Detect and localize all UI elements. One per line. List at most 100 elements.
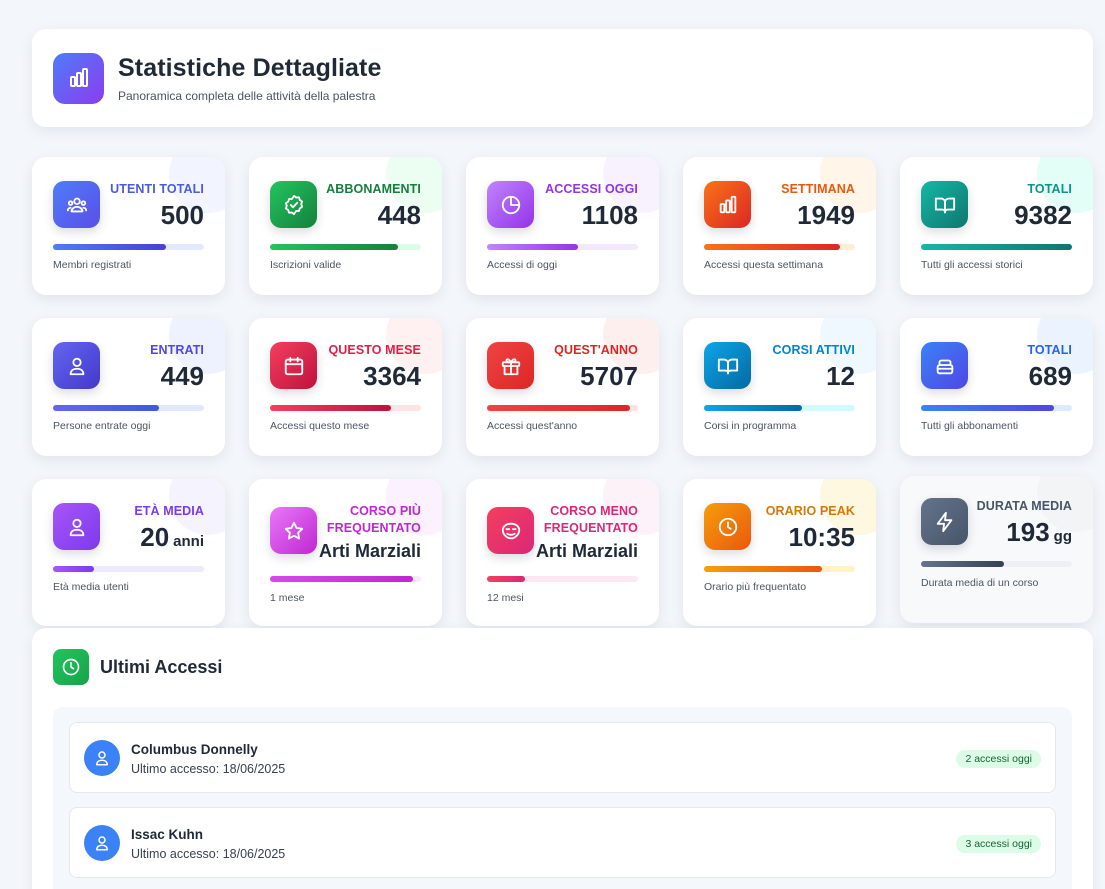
stat-value: 193 gg xyxy=(1006,517,1072,548)
progress-fill xyxy=(921,561,1005,567)
progress-bar xyxy=(704,566,855,572)
stat-description: Membri registrati xyxy=(53,259,132,271)
progress-bar xyxy=(270,405,421,411)
stat-card-totali-accessi[interactable]: Totali 9382 Tutti gli accessi storici xyxy=(900,157,1093,295)
access-row[interactable]: Issac Kuhn Ultimo accesso: 18/06/2025 3 … xyxy=(69,807,1056,878)
access-user-name: Columbus Donnelly xyxy=(131,742,258,757)
progress-fill xyxy=(270,405,391,411)
clock-icon xyxy=(704,503,751,550)
stat-number: 20 xyxy=(140,522,170,552)
progress-fill xyxy=(53,405,159,411)
stat-value: 5707 xyxy=(580,361,638,391)
stat-card-quest-anno[interactable]: Quest'anno 5707 Accessi quest'anno xyxy=(466,318,659,456)
access-count-badge: 2 accessi oggi xyxy=(956,750,1041,768)
progress-fill xyxy=(487,405,631,411)
stat-value: 448 xyxy=(377,200,421,230)
users-icon xyxy=(53,181,100,228)
last-access-header: Ultimi Accessi xyxy=(53,649,222,685)
progress-bar xyxy=(921,244,1072,250)
bar-chart-icon xyxy=(53,52,104,104)
stat-value: 10:35 xyxy=(788,522,856,552)
progress-fill xyxy=(704,405,803,411)
user-icon xyxy=(53,342,100,389)
progress-bar xyxy=(487,405,638,411)
progress-fill xyxy=(704,566,822,572)
page-header: Statistiche Dettagliate Panoramica compl… xyxy=(32,29,1093,127)
last-access-list: Columbus Donnelly Ultimo accesso: 18/06/… xyxy=(53,707,1072,889)
user-avatar-icon xyxy=(84,740,120,776)
stat-value: 1949 xyxy=(797,200,855,230)
stat-card-questo-mese[interactable]: Questo Mese 3364 Accessi questo mese xyxy=(249,318,442,456)
stat-card-corso-meno-frequentato[interactable]: Corso meno frequentato Arti Marziali 12 … xyxy=(466,479,659,626)
book-open-icon xyxy=(921,181,968,228)
progress-bar xyxy=(53,244,204,250)
stat-description: Accessi di oggi xyxy=(487,259,558,271)
progress-fill xyxy=(53,566,94,572)
progress-bar xyxy=(270,244,421,250)
stat-description: 12 mesi xyxy=(487,592,524,604)
progress-fill xyxy=(487,244,578,250)
zap-icon xyxy=(921,498,968,545)
stat-value: 20 anni xyxy=(140,522,204,553)
bar-chart-icon xyxy=(704,181,751,228)
stat-card-utenti-totali[interactable]: Utenti Totali 500 Membri registrati xyxy=(32,157,225,295)
stat-card-orario-peak[interactable]: Orario Peak 10:35 Orario più frequentato xyxy=(683,479,876,626)
stat-description: Corsi in programma xyxy=(704,420,797,432)
stat-card-totali-abbonamenti[interactable]: Totali 689 Tutti gli abbonamenti xyxy=(900,318,1093,456)
stat-description: Accessi questo mese xyxy=(270,420,370,432)
access-user-name: Issac Kuhn xyxy=(131,827,204,842)
book-open-icon xyxy=(704,342,751,389)
stat-label: Utenti Totali xyxy=(110,182,204,196)
stat-description: Durata media di un corso xyxy=(921,577,1039,589)
stat-value: 689 xyxy=(1028,361,1072,391)
stat-label: Totali xyxy=(1027,343,1072,357)
stat-description: Tutti gli abbonamenti xyxy=(921,420,1019,432)
stat-value: Arti Marziali xyxy=(318,541,421,561)
stat-description: Iscrizioni valide xyxy=(270,259,342,271)
progress-fill xyxy=(53,244,167,250)
calendar-icon xyxy=(270,342,317,389)
stat-value: 449 xyxy=(160,361,204,391)
progress-bar xyxy=(53,566,204,572)
progress-bar xyxy=(704,405,855,411)
stat-label: Entrati xyxy=(150,343,204,357)
access-row[interactable]: Columbus Donnelly Ultimo accesso: 18/06/… xyxy=(69,722,1056,793)
stat-card-corsi-attivi[interactable]: Corsi Attivi 12 Corsi in programma xyxy=(683,318,876,456)
stat-label: Abbonamenti xyxy=(326,182,421,196)
stat-label: Corso meno frequentato xyxy=(543,504,638,535)
progress-bar xyxy=(921,561,1072,567)
stat-value: 500 xyxy=(160,200,204,230)
stat-label: Quest'anno xyxy=(554,343,638,357)
progress-bar xyxy=(487,576,638,582)
progress-fill xyxy=(921,244,1072,250)
stat-description: Età media utenti xyxy=(53,581,129,593)
user-avatar-icon xyxy=(84,825,120,861)
stat-label: Accessi Oggi xyxy=(545,182,638,196)
progress-bar xyxy=(704,244,855,250)
stat-label: Età Media xyxy=(134,504,204,518)
stat-card-accessi-oggi[interactable]: Accessi Oggi 1108 Accessi di oggi xyxy=(466,157,659,295)
stat-card-abbonamenti[interactable]: Abbonamenti 448 Iscrizioni valide xyxy=(249,157,442,295)
stat-unit: gg xyxy=(1053,528,1072,545)
star-icon xyxy=(270,507,317,554)
stat-card-eta-media[interactable]: Età Media 20 anni Età media utenti xyxy=(32,479,225,626)
stat-value: 1108 xyxy=(581,200,638,230)
package-icon xyxy=(921,342,968,389)
stat-card-settimana[interactable]: Settimana 1949 Accessi questa settimana xyxy=(683,157,876,295)
stat-card-corso-piu-frequentato[interactable]: Corso più frequentato Arti Marziali 1 me… xyxy=(249,479,442,626)
clock-icon xyxy=(53,649,89,685)
stat-label: Corso più frequentato xyxy=(326,504,421,535)
access-last-date: Ultimo accesso: 18/06/2025 xyxy=(131,762,286,776)
progress-bar xyxy=(270,576,421,582)
stat-label: Totali xyxy=(1027,182,1072,196)
stat-value: Arti Marziali xyxy=(535,541,638,561)
last-access-panel: Ultimi Accessi Columbus Donnelly Ultimo … xyxy=(32,628,1093,889)
stat-card-entrati[interactable]: Entrati 449 Persone entrate oggi xyxy=(32,318,225,456)
stat-value: 9382 xyxy=(1014,200,1072,230)
stat-description: 1 mese xyxy=(270,592,305,604)
stat-label: Orario Peak xyxy=(765,504,855,518)
page-subtitle: Panoramica completa delle attività della… xyxy=(118,88,376,103)
last-access-title: Ultimi Accessi xyxy=(100,656,223,677)
badge-check-icon xyxy=(270,181,317,228)
stat-card-durata-media[interactable]: Durata Media 193 gg Durata media di un co… xyxy=(900,476,1093,623)
